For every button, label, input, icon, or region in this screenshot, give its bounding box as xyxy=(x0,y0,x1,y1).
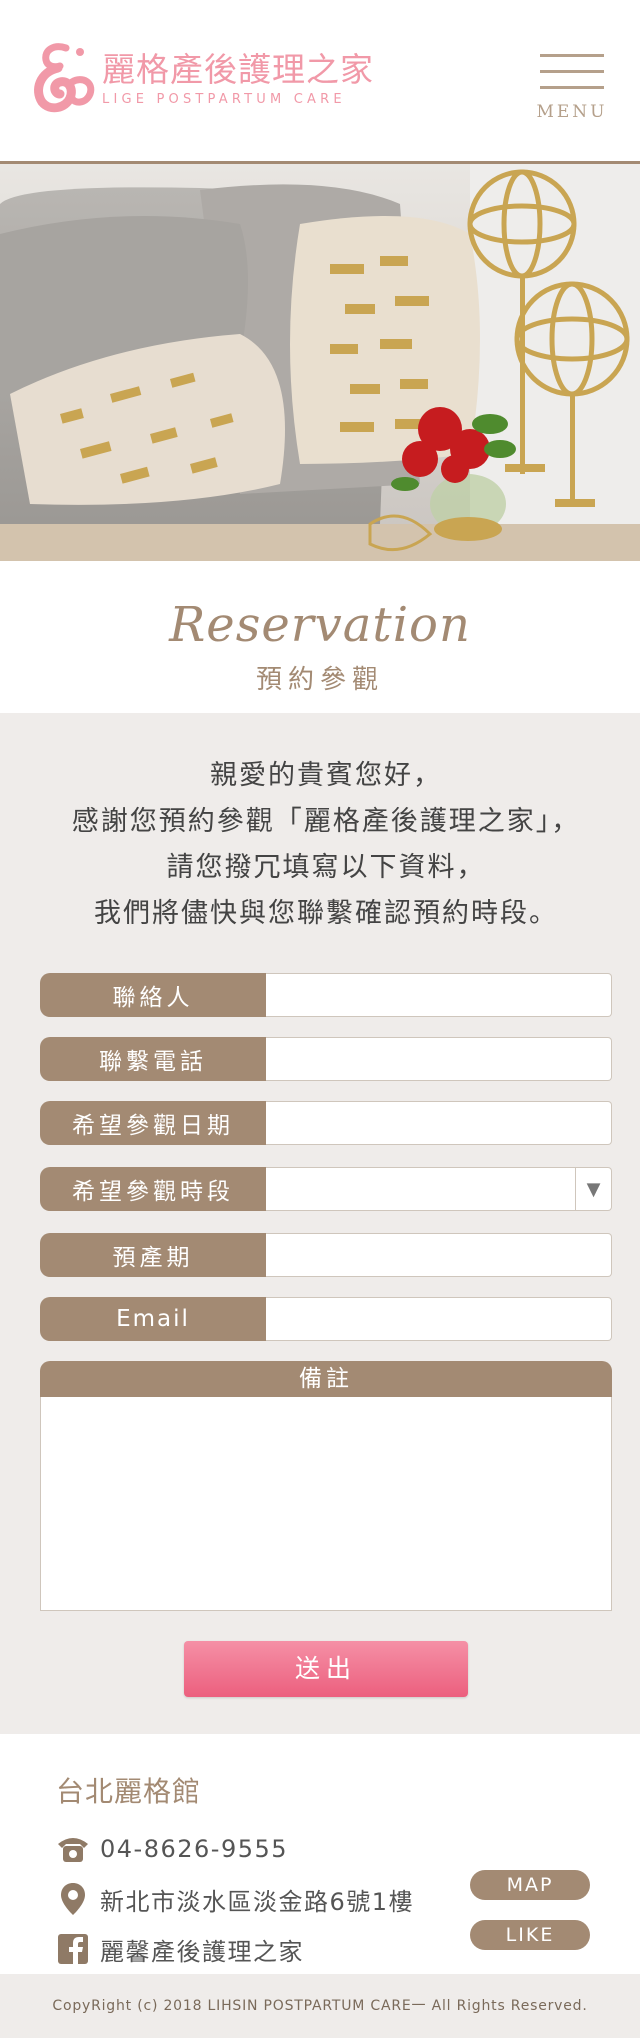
logo-chinese-name: 麗格產後護理之家 xyxy=(102,49,374,89)
visit-date-row: 希望參觀日期 xyxy=(40,1101,612,1145)
section-title-chinese: 預約參觀 xyxy=(255,665,384,695)
memo-block: 備註 xyxy=(40,1361,612,1611)
email-input[interactable] xyxy=(266,1298,611,1340)
memo-label: 備註 xyxy=(40,1361,612,1397)
reservation-form: 親愛的貴賓您好， 感謝您預約參觀「麗格產後護理之家」， 請您撥冗填寫以下資料， … xyxy=(0,713,640,1734)
phone-info-row: 04-8626-9555 xyxy=(56,1824,590,1874)
phone-input[interactable] xyxy=(266,1038,611,1080)
contact-input[interactable] xyxy=(266,974,611,1016)
intro-line: 親愛的貴賓您好， xyxy=(210,760,442,791)
phone-row: 聯繫電話 xyxy=(40,1037,612,1081)
due-date-row: 預產期 xyxy=(40,1233,612,1277)
logo[interactable]: 麗格產後護理之家 LIGE POSTPARTUM CARE xyxy=(32,42,374,114)
intro-line: 我們將儘快與您聯繫確認預約時段。 xyxy=(94,898,558,929)
logo-english-name: LIGE POSTPARTUM CARE xyxy=(102,91,346,107)
menu-label: MENU xyxy=(536,102,608,122)
site-header: 麗格產後護理之家 LIGE POSTPARTUM CARE MENU xyxy=(0,0,640,164)
copyright-bar: CopyRight (c) 2018 LIHSIN POSTPARTUM CAR… xyxy=(0,1974,640,2038)
facebook-page-name[interactable]: 麗馨產後護理之家 xyxy=(100,1932,304,1967)
submit-button[interactable]: 送出 xyxy=(184,1641,468,1697)
like-button[interactable]: LIKE xyxy=(470,1920,590,1950)
contact-label: 聯絡人 xyxy=(40,973,266,1017)
copyright-text: CopyRight (c) 2018 LIHSIN POSTPARTUM CAR… xyxy=(52,1998,588,2014)
map-pin-icon xyxy=(56,1882,90,1916)
email-row: Email xyxy=(40,1297,612,1341)
visit-time-row: 希望參觀時段 ▼ xyxy=(40,1167,612,1211)
branch-name: 台北麗格館 xyxy=(56,1775,202,1808)
visit-date-input[interactable] xyxy=(266,1102,611,1144)
due-date-label: 預產期 xyxy=(40,1233,266,1277)
reservation-title-section: Reservation 預約參觀 xyxy=(0,561,640,713)
due-date-input[interactable] xyxy=(266,1234,611,1276)
intro-text: 親愛的貴賓您好， 感謝您預約參觀「麗格產後護理之家」， 請您撥冗填寫以下資料， … xyxy=(40,753,612,937)
phone-label: 聯繫電話 xyxy=(40,1037,266,1081)
section-title-script: Reservation xyxy=(169,597,471,653)
branch-info: 台北麗格館 04-8626-9555 新北市淡水區淡金路6號1樓 麗馨產後護理之… xyxy=(0,1734,640,1974)
visit-date-label: 希望參觀日期 xyxy=(40,1101,266,1145)
visit-time-select[interactable]: ▼ xyxy=(266,1167,612,1211)
menu-button[interactable]: MENU xyxy=(536,52,608,122)
hero-image xyxy=(0,164,640,561)
memo-textarea[interactable] xyxy=(41,1397,611,1610)
facebook-icon xyxy=(56,1932,90,1966)
logo-mark-icon xyxy=(34,43,95,113)
email-label: Email xyxy=(40,1297,266,1341)
contact-row: 聯絡人 xyxy=(40,973,612,1017)
triangle-down-icon[interactable]: ▼ xyxy=(575,1168,611,1210)
visit-time-label: 希望參觀時段 xyxy=(40,1167,266,1211)
intro-line: 請您撥冗填寫以下資料， xyxy=(166,852,486,883)
intro-line: 感謝您預約參觀「麗格產後護理之家」， xyxy=(71,806,581,837)
living-room-photo xyxy=(0,164,640,561)
phone-number[interactable]: 04-8626-9555 xyxy=(100,1835,288,1863)
phone-icon xyxy=(56,1832,90,1866)
address-text: 新北市淡水區淡金路6號1樓 xyxy=(100,1887,415,1916)
map-button[interactable]: MAP xyxy=(470,1870,590,1900)
